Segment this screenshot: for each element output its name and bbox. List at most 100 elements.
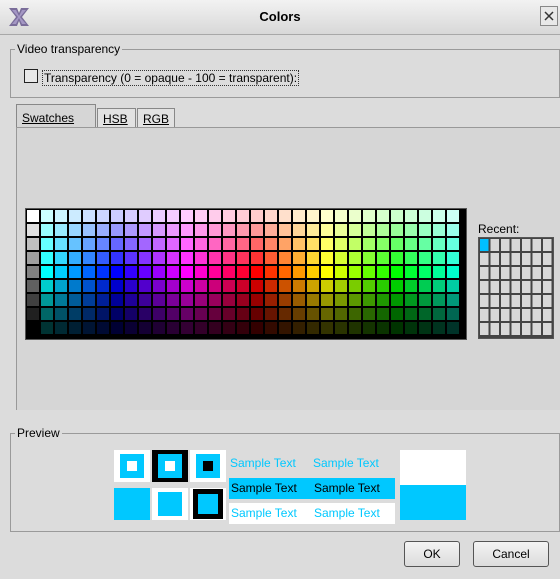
swatch-cell[interactable] [181, 294, 193, 306]
swatch-cell[interactable] [419, 210, 431, 222]
swatch-cell[interactable] [41, 224, 53, 236]
swatch-cell[interactable] [167, 294, 179, 306]
swatch-cell[interactable] [237, 308, 249, 320]
recent-swatch-cell[interactable] [522, 253, 531, 265]
swatch-cell[interactable] [377, 252, 389, 264]
swatch-cell[interactable] [69, 322, 81, 334]
swatch-cell[interactable] [447, 322, 459, 334]
recent-swatch-cell[interactable] [522, 239, 531, 251]
swatch-cell[interactable] [167, 266, 179, 278]
swatch-cell[interactable] [69, 252, 81, 264]
swatch-cell[interactable] [265, 308, 277, 320]
swatch-cell[interactable] [363, 294, 375, 306]
swatch-cell[interactable] [363, 322, 375, 334]
swatch-cell[interactable] [139, 266, 151, 278]
swatch-cell[interactable] [237, 238, 249, 250]
recent-swatch-cell[interactable] [511, 239, 521, 251]
swatch-cell[interactable] [209, 252, 221, 264]
swatch-cell[interactable] [69, 238, 81, 250]
recent-swatch-cell[interactable] [480, 239, 489, 251]
swatch-cell[interactable] [195, 266, 207, 278]
swatch-cell[interactable] [377, 266, 389, 278]
swatch-cell[interactable] [41, 252, 53, 264]
swatch-cell[interactable] [307, 238, 319, 250]
swatch-cell[interactable] [279, 210, 291, 222]
ok-button[interactable]: OK [404, 541, 460, 567]
swatch-cell[interactable] [181, 224, 193, 236]
swatch-cell[interactable] [111, 294, 123, 306]
swatch-cell[interactable] [55, 294, 67, 306]
swatch-cell[interactable] [223, 266, 235, 278]
swatch-cell[interactable] [419, 280, 431, 292]
swatch-cell[interactable] [391, 238, 403, 250]
swatch-cell[interactable] [391, 308, 403, 320]
swatch-cell[interactable] [251, 210, 263, 222]
swatch-cell[interactable] [97, 238, 109, 250]
swatch-cell[interactable] [321, 308, 333, 320]
swatch-cell[interactable] [27, 266, 39, 278]
swatch-cell[interactable] [447, 280, 459, 292]
swatch-cell[interactable] [265, 252, 277, 264]
swatch-cell[interactable] [27, 322, 39, 334]
recent-swatch-cell[interactable] [543, 309, 552, 321]
swatch-cell[interactable] [27, 252, 39, 264]
swatch-cell[interactable] [209, 266, 221, 278]
swatch-cell[interactable] [209, 294, 221, 306]
recent-swatch-cell[interactable] [490, 309, 500, 321]
swatch-cell[interactable] [55, 238, 67, 250]
swatch-cell[interactable] [125, 224, 137, 236]
swatch-cell[interactable] [265, 322, 277, 334]
swatch-cell[interactable] [167, 308, 179, 320]
swatch-cell[interactable] [55, 252, 67, 264]
swatch-cell[interactable] [223, 322, 235, 334]
recent-swatch-cell[interactable] [511, 295, 521, 307]
swatch-cell[interactable] [97, 252, 109, 264]
recent-swatch-cell[interactable] [532, 295, 542, 307]
recent-swatch-cell[interactable] [480, 309, 489, 321]
swatch-cell[interactable] [139, 224, 151, 236]
swatch-cell[interactable] [83, 294, 95, 306]
swatch-cell[interactable] [279, 294, 291, 306]
swatch-cell[interactable] [265, 224, 277, 236]
recent-swatch-cell[interactable] [543, 239, 552, 251]
swatch-cell[interactable] [265, 266, 277, 278]
swatch-cell[interactable] [307, 224, 319, 236]
swatch-cell[interactable] [83, 322, 95, 334]
swatch-cell[interactable] [377, 322, 389, 334]
swatch-cell[interactable] [405, 294, 417, 306]
swatch-cell[interactable] [195, 322, 207, 334]
swatch-cell[interactable] [41, 266, 53, 278]
swatch-cell[interactable] [83, 238, 95, 250]
swatch-cell[interactable] [55, 210, 67, 222]
swatch-cell[interactable] [181, 308, 193, 320]
swatch-cell[interactable] [391, 266, 403, 278]
recent-swatch-cell[interactable] [511, 267, 521, 279]
recent-swatch-cell[interactable] [543, 323, 552, 335]
swatch-cell[interactable] [279, 266, 291, 278]
swatch-cell[interactable] [391, 252, 403, 264]
swatch-cell[interactable] [251, 238, 263, 250]
swatch-cell[interactable] [321, 224, 333, 236]
swatch-cell[interactable] [223, 280, 235, 292]
swatch-cell[interactable] [139, 294, 151, 306]
swatch-cell[interactable] [433, 224, 445, 236]
swatch-cell[interactable] [307, 322, 319, 334]
swatch-cell[interactable] [153, 252, 165, 264]
swatch-cell[interactable] [41, 308, 53, 320]
swatch-cell[interactable] [195, 210, 207, 222]
recent-swatch-cell[interactable] [490, 323, 500, 335]
swatch-cell[interactable] [433, 210, 445, 222]
swatch-cell[interactable] [139, 322, 151, 334]
swatch-cell[interactable] [335, 252, 347, 264]
swatch-grid[interactable] [25, 208, 467, 340]
swatch-cell[interactable] [209, 280, 221, 292]
swatch-cell[interactable] [237, 266, 249, 278]
swatch-cell[interactable] [167, 210, 179, 222]
swatch-cell[interactable] [363, 308, 375, 320]
recent-grid[interactable] [478, 237, 554, 339]
swatch-cell[interactable] [195, 252, 207, 264]
recent-grid-canvas[interactable] [479, 238, 553, 338]
swatch-cell[interactable] [265, 238, 277, 250]
swatch-cell[interactable] [181, 252, 193, 264]
tab-rgb[interactable]: RGB [137, 108, 175, 128]
